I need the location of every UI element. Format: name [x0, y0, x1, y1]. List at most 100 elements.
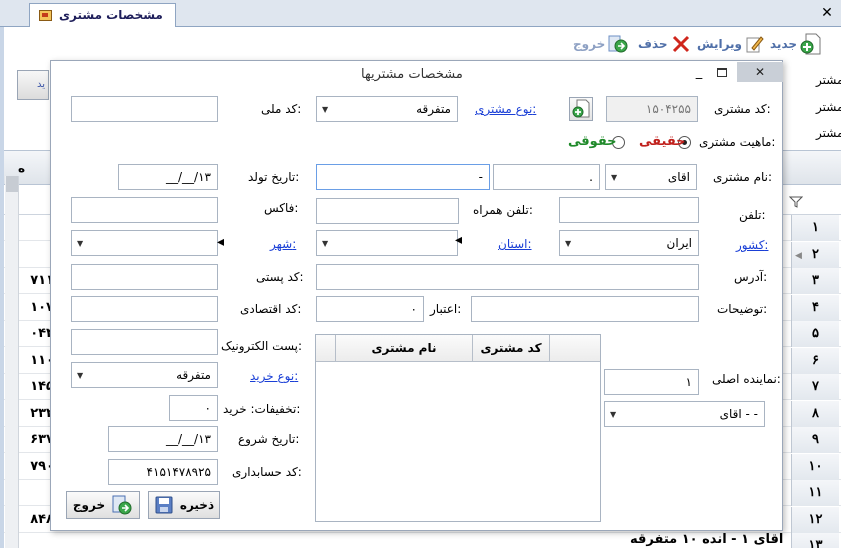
credit-field[interactable]: ۰: [316, 296, 424, 322]
postal-code-field[interactable]: [71, 264, 218, 290]
text-cursor-mark: ◂: [217, 234, 225, 250]
notes-field[interactable]: [471, 296, 699, 322]
save-disk-icon: [155, 496, 173, 514]
grid-partial-row-text: اقای ۱ - انده ۱۰ متفرقه: [630, 532, 784, 547]
row-number[interactable]: ۶: [791, 347, 839, 374]
customer-type-select[interactable]: متفرقه ▼: [316, 96, 458, 122]
form-icon: [39, 10, 52, 21]
representatives-grid-header: نام مشتری کد مشتری: [316, 335, 600, 362]
main-rep-field[interactable]: ۱: [604, 369, 699, 395]
row-number[interactable]: ۹: [791, 427, 839, 453]
grid-header-left: ه: [18, 161, 26, 175]
grid-col-selector: [549, 335, 600, 362]
row-number[interactable]: ۸: [791, 400, 839, 427]
delete-toolbar-button[interactable]: حذف: [638, 31, 691, 57]
purchase-type-value: متفرقه: [176, 368, 211, 382]
exit-toolbar-button[interactable]: خروج: [573, 31, 628, 57]
chevron-down-icon: ▼: [322, 105, 329, 114]
delete-x-icon: [672, 35, 689, 53]
row-number[interactable]: ۱۱: [791, 480, 839, 506]
national-code-label: کد ملی:: [261, 102, 302, 116]
close-window-icon[interactable]: ✕: [819, 5, 835, 21]
row-number[interactable]: ۱۰: [791, 453, 839, 480]
account-code-label: کد حسابداری:: [232, 465, 302, 479]
email-label: پست الکترونیک:: [221, 339, 303, 353]
main-rep-label: نماینده اصلی:: [712, 372, 781, 386]
province-select[interactable]: ▼: [316, 230, 458, 256]
birth-date-field[interactable]: __/__/۱۳: [118, 164, 218, 190]
economic-code-field[interactable]: [71, 296, 218, 322]
phone-field[interactable]: [559, 197, 699, 223]
new-document-icon: [572, 99, 590, 118]
dialog-titlebar: مشخصات مشتریها _ ✕: [51, 61, 783, 89]
nature-legal-label: حقوقی: [568, 134, 617, 149]
customer-name-label: نام مشتری:: [713, 170, 773, 184]
row-number[interactable]: ۱۳: [791, 533, 839, 548]
row-number[interactable]: ۷: [791, 374, 839, 400]
last-name-field[interactable]: -: [316, 164, 490, 190]
new-toolbar-button[interactable]: جدید: [770, 31, 822, 57]
row-number[interactable]: ۱: [791, 215, 839, 241]
grid-scrollbar[interactable]: [5, 176, 19, 548]
chevron-down-icon: ▼: [77, 239, 84, 248]
birth-date-label: تاریخ تولد:: [248, 170, 300, 184]
exit-toolbar-label: خروج: [573, 37, 606, 51]
minimize-icon[interactable]: _: [691, 65, 707, 80]
province-link[interactable]: استان:: [498, 237, 532, 251]
fax-label: فاکس:: [264, 201, 299, 215]
close-dialog-icon[interactable]: ✕: [737, 62, 783, 82]
row-number[interactable]: ۴: [791, 294, 839, 321]
edit-toolbar-button[interactable]: ویرایش: [697, 31, 765, 57]
maximize-icon[interactable]: [717, 68, 727, 77]
document-tabbar: مشخصات مشتری ✕: [0, 0, 841, 27]
rep-name-select[interactable]: اقای - - ▼: [604, 401, 765, 427]
save-button[interactable]: ذخیره: [148, 491, 220, 519]
start-date-label: تاریخ شروع:: [238, 432, 300, 446]
customer-code-field[interactable]: ۱۵۰۴۲۵۵: [606, 96, 698, 122]
chevron-down-icon: ▼: [611, 173, 618, 182]
bottom-strip: [95, 533, 185, 548]
filter-icon[interactable]: [789, 196, 803, 208]
grid-scrollbar-thumb[interactable]: [6, 176, 18, 192]
country-link[interactable]: کشور:: [736, 238, 768, 252]
grid-scroll-col: [316, 335, 335, 362]
customer-code-label: کد مشتری:: [714, 102, 771, 116]
account-code-field[interactable]: ۴۱۵۱۴۷۸۹۲۵: [108, 459, 218, 485]
country-select[interactable]: ایران ▼: [559, 230, 699, 256]
exit-button[interactable]: خروج: [66, 491, 140, 519]
tab-title: مشخصات مشتری: [59, 8, 163, 22]
tab-customer-details[interactable]: مشخصات مشتری: [29, 3, 176, 27]
main-toolbar: خروج حذف ویرایش جدید: [560, 31, 830, 57]
title-select[interactable]: اقای ▼: [605, 164, 697, 190]
address-field[interactable]: [316, 264, 699, 290]
mobile-field[interactable]: [316, 198, 459, 224]
new-toolbar-label: جدید: [770, 37, 798, 51]
grid-col-code[interactable]: کد مشتری: [472, 335, 549, 362]
discount-label: تخفیفات: خرید:: [223, 402, 301, 416]
row-number[interactable]: ۳: [791, 268, 839, 294]
city-select[interactable]: ▼: [71, 230, 218, 256]
representatives-grid: نام مشتری کد مشتری: [315, 334, 601, 522]
notes-label: توضیحات:: [717, 302, 768, 316]
chevron-down-icon: ▼: [77, 371, 84, 380]
purchase-type-link[interactable]: نوع خرید:: [250, 369, 298, 383]
national-code-field[interactable]: [71, 96, 218, 122]
customer-type-link[interactable]: نوع مشتری:: [475, 102, 536, 116]
bg-search-button[interactable]: ید: [17, 70, 49, 100]
add-customer-type-button[interactable]: [569, 97, 593, 121]
save-label: ذخیره: [179, 498, 215, 512]
row-number[interactable]: ۱۲: [791, 506, 839, 533]
start-date-field[interactable]: __/__/۱۳: [108, 426, 218, 452]
grid-col-name[interactable]: نام مشتری: [335, 335, 472, 362]
title-value: اقای: [667, 170, 690, 184]
row-number[interactable]: ۵: [791, 321, 839, 347]
city-link[interactable]: شهر:: [270, 237, 296, 251]
discount-field[interactable]: ۰: [169, 395, 218, 421]
purchase-type-select[interactable]: متفرقه ▼: [71, 362, 218, 388]
first-name-field[interactable]: .: [493, 164, 600, 190]
chevron-down-icon: ▼: [322, 239, 329, 248]
fax-field[interactable]: [71, 197, 218, 223]
delete-toolbar-label: حذف: [638, 37, 668, 51]
dialog-title: مشخصات مشتریها: [361, 67, 463, 82]
email-field[interactable]: [71, 329, 218, 355]
